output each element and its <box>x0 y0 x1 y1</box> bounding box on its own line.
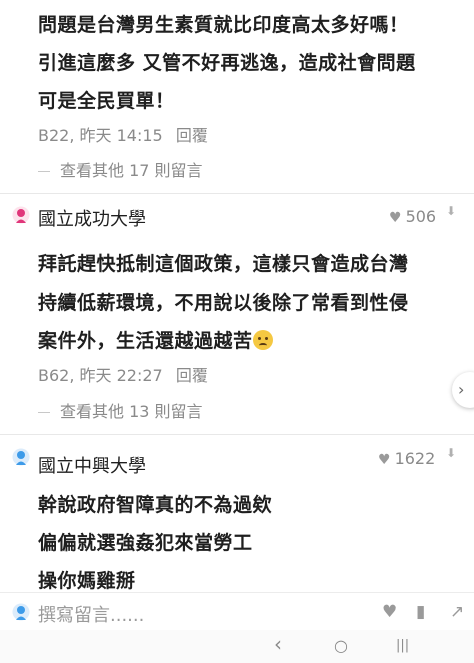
chevron-right-icon[interactable]: › <box>452 372 474 408</box>
dash-icon <box>38 412 50 413</box>
heart-icon: ♥ <box>378 452 391 468</box>
comment-text-line: 問題是台灣男生素質就比印度高太多好嗎！ <box>38 14 409 36</box>
dash-icon <box>38 171 50 172</box>
view-more-label: 查看其他 13 則留言 <box>60 402 203 421</box>
heart-icon: ♥ <box>389 210 402 226</box>
share-icon[interactable]: ↗ <box>450 602 464 622</box>
comment-floor-time: B22, 昨天 14:15 <box>38 126 163 145</box>
menu-icon[interactable]: ⬇ <box>446 446 456 460</box>
comment-text-line: 拜託趕快抵制這個政策，這樣只會造成台灣 <box>38 253 409 275</box>
recent-apps-button[interactable]: ||| <box>396 638 409 653</box>
comment-text-line: 偏偏就選強姦犯來當勞工 <box>38 532 253 554</box>
like-count[interactable]: ♥ 506 <box>389 207 436 226</box>
sad-face-emoji-icon <box>252 330 273 350</box>
avatar-icon[interactable] <box>12 206 30 224</box>
comment-text-line: 操你媽雞掰 <box>38 570 136 592</box>
home-button[interactable]: ○ <box>334 636 348 655</box>
comment-text-line: 持續低薪環境，不用說以後除了常看到性侵 <box>38 292 409 314</box>
comment-text-line: 幹說政府智障真的不為過欸 <box>38 494 273 516</box>
back-button[interactable]: ‹ <box>274 632 282 656</box>
reply-button[interactable]: 回覆 <box>176 366 208 385</box>
heart-icon[interactable]: ♥ <box>382 602 397 622</box>
avatar-icon[interactable] <box>12 448 30 466</box>
comment-text-line: 可是全民買單！ <box>38 90 175 112</box>
comment-floor-time: B62, 昨天 22:27 <box>38 366 163 385</box>
author-school[interactable]: 國立中興大學 <box>38 452 146 478</box>
comment-meta: B62, 昨天 22:27 回覆 <box>38 362 208 386</box>
compose-bar: 撰寫留言...... ♥ ▮ ↗ <box>0 592 474 631</box>
comment-text-line: 案件外，生活還越過越苦 <box>38 326 273 353</box>
divider <box>0 434 474 435</box>
view-more-label: 查看其他 17 則留言 <box>60 161 203 180</box>
reply-button[interactable]: 回覆 <box>176 126 208 145</box>
system-nav-bar: ‹ ○ ||| <box>0 630 474 663</box>
comment-text-line: 引進這麼多 又管不好再逃逸，造成社會問題 <box>38 52 416 74</box>
view-more-replies[interactable]: 查看其他 13 則留言 <box>38 398 203 422</box>
compose-input[interactable]: 撰寫留言...... <box>38 601 144 627</box>
comment-meta: B22, 昨天 14:15 回覆 <box>38 122 208 146</box>
divider <box>0 193 474 194</box>
author-school[interactable]: 國立成功大學 <box>38 205 146 231</box>
like-count[interactable]: ♥ 1622 <box>378 449 435 468</box>
avatar-icon <box>12 603 30 621</box>
view-more-replies[interactable]: 查看其他 17 則留言 <box>38 157 203 181</box>
menu-icon[interactable]: ⬇ <box>446 204 456 218</box>
bookmark-icon[interactable]: ▮ <box>416 602 425 622</box>
